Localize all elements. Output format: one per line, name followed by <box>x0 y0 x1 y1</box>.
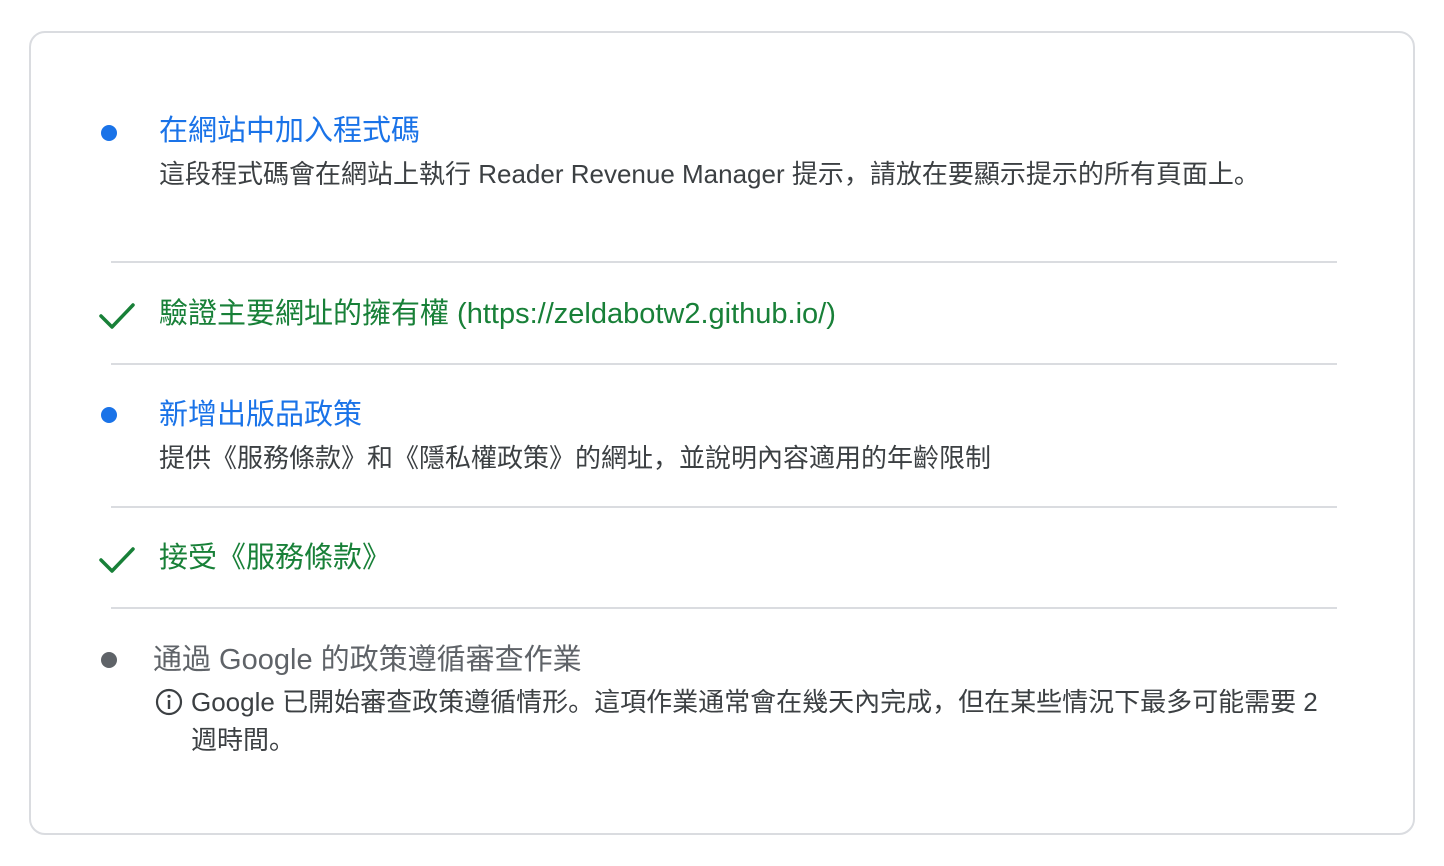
divider <box>111 506 1337 508</box>
blue-dot-icon <box>101 125 117 141</box>
step-add-code-description: 這段程式碼會在網站上執行 Reader Revenue Manager 提示，請… <box>159 159 1260 189</box>
step-policy-review-note: Google 已開始審查政策遵循情形。這項作業通常會在幾天內完成，但在某些情況下… <box>191 687 1318 755</box>
divider <box>111 363 1337 365</box>
checkmark-icon <box>99 547 135 573</box>
divider <box>111 607 1337 609</box>
step-add-code-title[interactable]: 在網站中加入程式碼 <box>159 113 420 149</box>
setup-steps-card: 在網站中加入程式碼 這段程式碼會在網站上執行 Reader Revenue Ma… <box>29 31 1415 835</box>
step-publication-policy-title[interactable]: 新增出版品政策 <box>159 397 362 433</box>
step-accept-terms-title: 接受《服務條款》 <box>159 542 392 574</box>
info-icon <box>155 688 183 716</box>
checkmark-icon <box>99 303 135 329</box>
step-policy-review-title: 通過 Google 的政策遵循審查作業 <box>153 644 582 676</box>
blue-dot-icon <box>101 407 117 423</box>
step-verify-ownership-title: 驗證主要網址的擁有權 (https://zeldabotw2.github.io… <box>159 298 836 330</box>
gray-dot-icon <box>101 652 117 668</box>
divider <box>111 261 1337 263</box>
step-publication-policy-description: 提供《服務條款》和《隱私權政策》的網址，並說明內容適用的年齡限制 <box>159 443 992 473</box>
